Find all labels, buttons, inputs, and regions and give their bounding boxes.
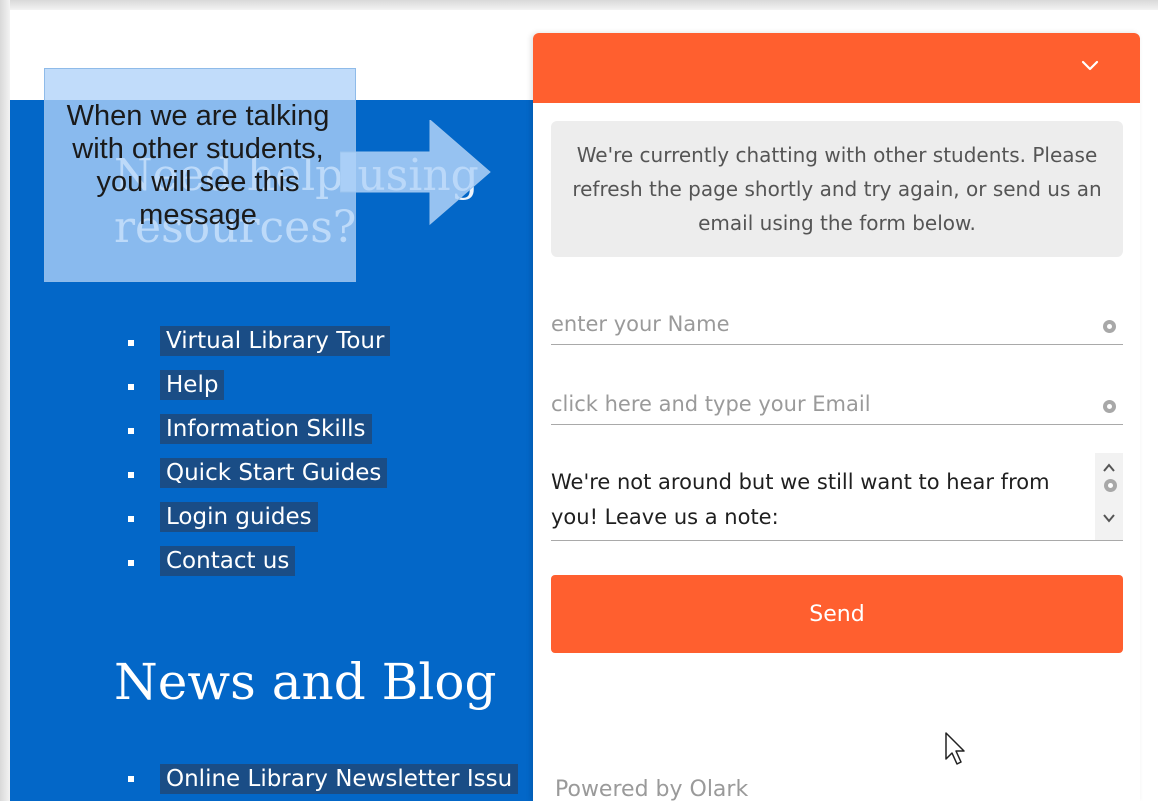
required-field-icon <box>1103 320 1116 333</box>
callout-arrow <box>340 120 491 226</box>
bullet-icon <box>128 776 134 782</box>
mouse-cursor-icon <box>945 732 965 765</box>
email-field[interactable] <box>551 383 1123 425</box>
bullet-icon <box>128 428 134 434</box>
bullet-icon <box>128 560 134 566</box>
link-quick-start-guides[interactable]: Quick Start Guides <box>160 458 388 488</box>
link-help[interactable]: Help <box>160 370 225 400</box>
chat-widget: We're currently chatting with other stud… <box>533 33 1140 801</box>
chevron-down-icon[interactable] <box>1080 55 1100 75</box>
send-button[interactable]: Send <box>551 575 1123 653</box>
news-heading: News and Blog <box>114 653 497 711</box>
link-virtual-library-tour[interactable]: Virtual Library Tour <box>160 326 391 356</box>
bullet-icon <box>128 340 134 346</box>
chat-header[interactable] <box>533 33 1140 103</box>
link-contact-us[interactable]: Contact us <box>160 546 296 576</box>
scroll-up-icon[interactable] <box>1102 461 1116 475</box>
bullet-icon <box>128 384 134 390</box>
busy-notice: We're currently chatting with other stud… <box>551 121 1123 257</box>
busy-notice-text: We're currently chatting with other stud… <box>572 143 1102 235</box>
window-frame-top <box>0 0 1158 10</box>
name-field[interactable] <box>551 303 1123 345</box>
annotation-text: When we are talking with other students,… <box>66 100 330 231</box>
message-text: We're not around but we still want to he… <box>551 470 1050 529</box>
message-textarea[interactable]: We're not around but we still want to he… <box>551 453 1123 541</box>
required-field-icon <box>1104 479 1117 492</box>
window-frame-left <box>0 0 10 801</box>
bullet-icon <box>128 472 134 478</box>
powered-by-label[interactable]: Powered by Olark <box>555 777 748 801</box>
link-newsletter[interactable]: Online Library Newsletter Issu <box>160 764 519 794</box>
bullet-icon <box>128 516 134 522</box>
scroll-down-icon[interactable] <box>1102 511 1116 525</box>
link-information-skills[interactable]: Information Skills <box>160 414 372 444</box>
message-scrollbar[interactable] <box>1095 453 1123 540</box>
required-field-icon <box>1103 400 1116 413</box>
link-login-guides[interactable]: Login guides <box>160 502 318 532</box>
